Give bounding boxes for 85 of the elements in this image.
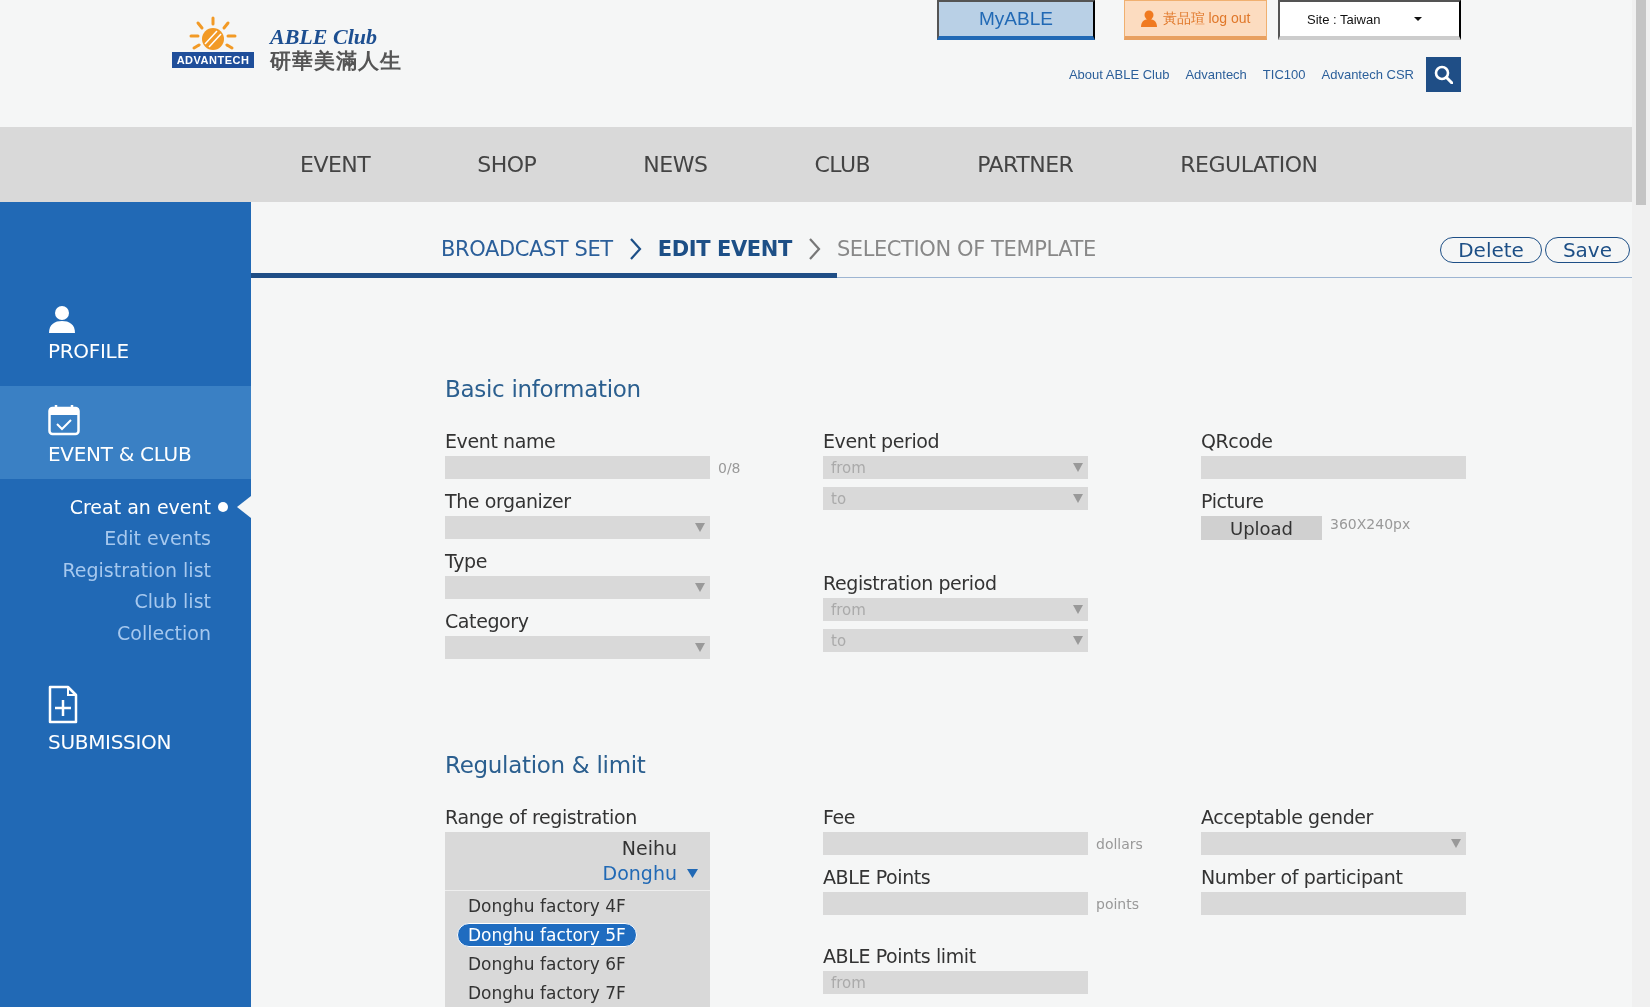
field-label: Category xyxy=(445,609,530,634)
dropdown-arrow-icon xyxy=(1073,636,1083,645)
selected-dot-icon xyxy=(218,501,228,512)
pointer-icon xyxy=(237,496,251,518)
logo-badge: ADVANTECH xyxy=(172,52,254,68)
header-link[interactable]: About ABLE Club xyxy=(1068,67,1170,82)
input-field[interactable] xyxy=(1201,892,1466,915)
input-field[interactable] xyxy=(1201,456,1466,479)
sidebar-item[interactable]: Edit events xyxy=(0,522,251,554)
field-label: ABLE Points limit xyxy=(823,944,977,969)
document-plus-icon xyxy=(48,685,78,724)
field-label: Registration period xyxy=(823,571,998,596)
scrollbar[interactable] xyxy=(1636,0,1646,205)
nav-link[interactable]: PARTNER xyxy=(977,152,1074,177)
person-icon xyxy=(48,304,76,333)
dropdown-arrow-icon xyxy=(695,583,705,592)
list-option[interactable]: Donghu factory 5F xyxy=(457,922,637,947)
field-label: ABLE Points xyxy=(823,865,932,890)
search-button[interactable] xyxy=(1426,57,1461,92)
sidebar-section[interactable]: PROFILE xyxy=(0,276,251,386)
select-field[interactable] xyxy=(445,576,710,599)
field-label: QRcode xyxy=(1201,429,1274,454)
input-field[interactable] xyxy=(823,832,1088,855)
breadcrumb-step[interactable]: BROADCAST SET xyxy=(441,237,613,261)
brand-name: ABLE Club xyxy=(270,26,378,48)
list-option[interactable]: Donghu factory 7F xyxy=(457,980,637,1005)
field-label: Number of participant xyxy=(1201,865,1404,890)
field-hint: dollars xyxy=(1096,835,1143,852)
input-field[interactable] xyxy=(445,456,710,479)
header-link[interactable]: Advantech xyxy=(1185,67,1247,82)
caret-icon xyxy=(1414,17,1423,21)
field-label: Picture xyxy=(1201,489,1265,514)
sidebar-item[interactable]: Creat an event xyxy=(0,491,251,523)
dropdown-arrow-icon xyxy=(1073,463,1083,472)
field-label: Type xyxy=(445,549,489,574)
field-label: Event name xyxy=(445,429,557,454)
dropdown-arrow-icon xyxy=(695,643,705,652)
sidebar-section[interactable]: EVENT & CLUB xyxy=(0,386,251,479)
sun-logo-icon xyxy=(188,16,238,52)
section-heading: Regulation & limit xyxy=(445,751,647,780)
list-option[interactable]: Donghu factory 6F xyxy=(457,951,637,976)
dropdown-arrow-icon xyxy=(1073,605,1083,614)
section-heading: Basic information xyxy=(445,375,642,404)
dropdown-arrow-icon xyxy=(1451,839,1461,848)
field-label: Acceptable gender xyxy=(1201,805,1375,830)
field-hint: 0/8 xyxy=(718,459,741,476)
region-option[interactable]: Neihu xyxy=(621,836,698,861)
site-dropdown[interactable]: Site : Taiwan xyxy=(1278,0,1461,40)
dropdown-arrow-icon xyxy=(1073,494,1083,503)
field-label: Event period xyxy=(823,429,941,454)
search-icon xyxy=(1434,65,1453,84)
breadcrumb-step[interactable]: SELECTION OF TEMPLATE xyxy=(836,236,1096,261)
field-label: The organizer xyxy=(445,489,572,514)
dropdown-arrow-icon xyxy=(695,523,705,532)
select-field[interactable] xyxy=(445,516,710,539)
sidebar-item[interactable]: Collection xyxy=(0,617,251,649)
list-option[interactable]: Donghu factory 4F xyxy=(457,893,637,918)
calendar-check-icon xyxy=(48,404,80,436)
breadcrumb-step[interactable]: EDIT EVENT xyxy=(657,237,792,261)
input-field[interactable] xyxy=(823,892,1088,915)
nav-link[interactable]: NEWS xyxy=(643,152,708,177)
upload-button[interactable]: Upload xyxy=(1201,516,1322,540)
field-label: Range of registration xyxy=(445,805,638,830)
select-field[interactable] xyxy=(445,636,710,659)
field-hint: 360X240px xyxy=(1330,516,1411,532)
location-list[interactable]: Neihu Donghu Donghu factory 4F Donghu factory 5F Donghu factory 6F Donghu factory 7F xyxy=(445,832,710,1007)
myable-button[interactable]: MyABLE xyxy=(937,0,1095,40)
nav-link[interactable]: REGULATION xyxy=(1180,152,1318,177)
header-link[interactable]: Advantech CSR xyxy=(1321,67,1414,82)
chevron-icon xyxy=(628,237,642,261)
field-hint: points xyxy=(1096,895,1139,912)
nav-link[interactable]: EVENT xyxy=(300,152,371,177)
sidebar-item[interactable]: Club list xyxy=(0,585,251,617)
field-label: Fee xyxy=(823,805,857,830)
header-link[interactable]: TIC100 xyxy=(1262,67,1306,82)
person-icon xyxy=(1140,10,1157,27)
chevron-icon xyxy=(807,237,821,261)
nav-link[interactable]: SHOP xyxy=(477,152,537,177)
dropdown-arrow-icon xyxy=(687,869,698,878)
sidebar-item[interactable]: Registration list xyxy=(0,554,251,586)
brand-tagline: 研華美滿人生 xyxy=(270,48,402,74)
region-option[interactable]: Donghu xyxy=(602,861,698,886)
nav-link[interactable]: CLUB xyxy=(814,152,871,177)
select-field[interactable] xyxy=(1201,832,1466,855)
sidebar-section[interactable]: SUBMISSION xyxy=(0,670,251,764)
